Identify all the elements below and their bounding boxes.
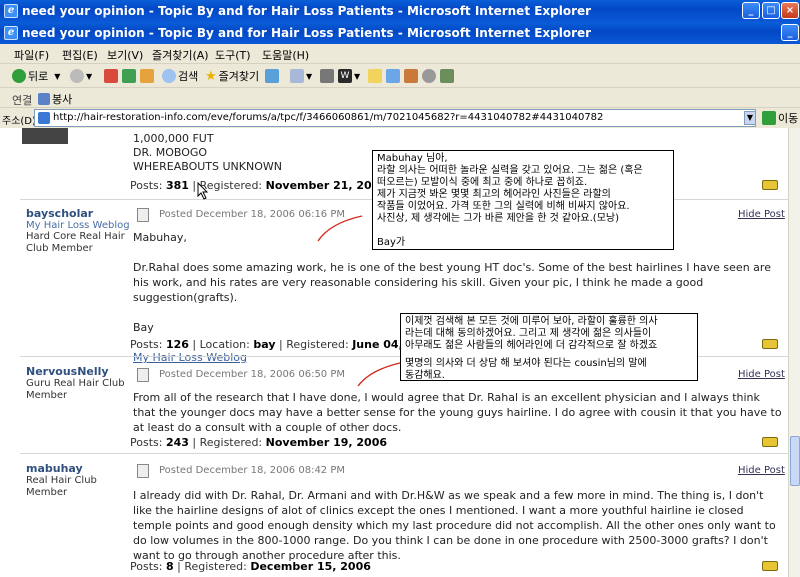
toolbar: 뒤로 ▼ ▼ 검색 ★ 즐겨찾기 ▼ W ▼	[0, 64, 800, 88]
page-icon	[38, 112, 50, 124]
menu-file[interactable]: 파일(F)	[14, 47, 49, 63]
address-input[interactable]: http://hair-restoration-info.com/eve/for…	[34, 109, 756, 127]
window-title: need your opinion - Topic By and for Hai…	[22, 26, 592, 40]
forward-button[interactable]: ▼	[70, 68, 92, 84]
translation-note: 이제껏 검색해 본 모든 것에 미루어 보아, 라할이 훌륭한 의사 라는데 대…	[400, 313, 698, 381]
close-button[interactable]: ×	[781, 2, 799, 19]
mail-icon	[290, 69, 304, 83]
maximize-button[interactable]: □	[762, 2, 780, 19]
messenger-icon	[386, 69, 400, 83]
print-icon	[320, 69, 334, 83]
links-bar: 연결 봉사	[0, 88, 800, 108]
vertical-scrollbar[interactable]	[788, 128, 800, 577]
background-window-title: need your opinion - Topic By and for Hai…	[22, 4, 592, 18]
mouse-cursor-icon	[197, 182, 209, 200]
stop-icon	[104, 69, 118, 83]
messenger-button[interactable]	[386, 68, 402, 84]
ie-icon: e	[4, 4, 18, 18]
tools-icon	[440, 69, 454, 83]
translation-note: Mabuhay 님아, 라할 의사는 어떠한 놀라운 실력을 갖고 있어요. 그…	[372, 150, 674, 250]
menu-edit[interactable]: 편집(E)	[62, 47, 98, 63]
refresh-icon	[122, 69, 136, 83]
mail-button[interactable]: ▼	[290, 68, 312, 84]
menu-help[interactable]: 도움말(H)	[262, 47, 309, 63]
edit-button[interactable]: W ▼	[338, 68, 360, 84]
stop-button[interactable]	[104, 68, 120, 84]
search-icon	[162, 69, 176, 83]
minimize-button[interactable]: _	[781, 24, 799, 41]
refresh-button[interactable]	[122, 68, 138, 84]
research-button[interactable]	[404, 68, 420, 84]
links-item[interactable]: 봉사	[38, 91, 72, 107]
menu-tools[interactable]: 도구(T)	[215, 47, 251, 63]
print-button[interactable]	[320, 68, 336, 84]
go-button[interactable]: 이동	[762, 110, 798, 126]
forward-arrow-icon	[70, 69, 84, 83]
search-button[interactable]: 검색	[162, 68, 198, 84]
back-arrow-icon	[12, 69, 26, 83]
history-icon	[265, 69, 279, 83]
menu-bar: 파일(F) 편집(E) 보기(V) 즐겨찾기(A) 도구(T) 도움말(H)	[0, 44, 800, 64]
go-arrow-icon	[762, 111, 776, 125]
page-content: 1,000,000 FUT DR. MOBOGO WHEREABOUTS UNK…	[0, 128, 788, 577]
red-stroke	[317, 215, 363, 242]
tools-button[interactable]	[440, 68, 456, 84]
page-icon	[38, 93, 50, 105]
window-titlebar[interactable]: e need your opinion - Topic By and for H…	[0, 22, 800, 44]
menu-view[interactable]: 보기(V)	[107, 47, 143, 63]
discuss-button[interactable]	[368, 68, 384, 84]
links-label: 연결	[12, 94, 33, 107]
home-button[interactable]	[140, 68, 156, 84]
back-button[interactable]: 뒤로 ▼	[12, 68, 60, 84]
scrollbar-thumb[interactable]	[790, 436, 800, 486]
red-stroke	[357, 362, 401, 387]
address-dropdown-button[interactable]: ▼	[744, 111, 756, 125]
address-bar: 주소(D) http://hair-restoration-info.com/e…	[0, 108, 800, 128]
favorites-button[interactable]: ★ 즐겨찾기	[205, 68, 259, 84]
word-icon: W	[338, 69, 352, 83]
background-window-titlebar[interactable]: e need your opinion - Topic By and for H…	[0, 0, 800, 22]
settings-button[interactable]	[422, 68, 438, 84]
ie-icon: e	[4, 26, 18, 40]
research-icon	[404, 69, 418, 83]
minimize-button[interactable]: _	[742, 2, 760, 19]
address-label: 주소(D)	[2, 116, 36, 127]
star-icon: ★	[205, 68, 217, 84]
history-button[interactable]	[265, 68, 281, 84]
menu-favorites[interactable]: 즐겨찾기(A)	[152, 47, 209, 63]
gear-icon	[422, 69, 436, 83]
note-icon	[368, 69, 382, 83]
home-icon	[140, 69, 154, 83]
